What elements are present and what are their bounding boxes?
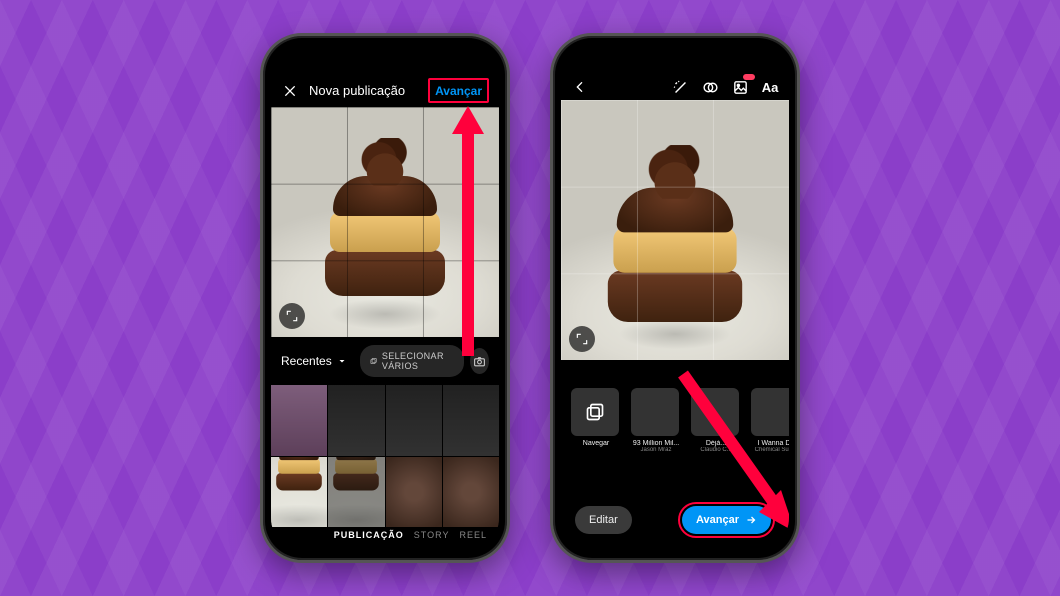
music-artist: Chemical Surf...	[751, 447, 789, 453]
source-dropdown[interactable]: Recentes	[281, 354, 348, 368]
text-icon[interactable]: Aa	[761, 78, 779, 96]
expand-button[interactable]	[279, 303, 305, 329]
chevron-down-icon	[336, 355, 348, 367]
tab-post[interactable]: PUBLICAÇÃO	[334, 530, 404, 540]
tab-story[interactable]: STORY	[414, 530, 450, 540]
overlap-icon[interactable]	[701, 78, 719, 96]
next-button[interactable]: Avançar	[682, 506, 771, 534]
music-title: 93 Million Mil...	[631, 440, 681, 447]
source-picker-bar: Recentes SELECIONAR VÁRIOS	[271, 337, 499, 385]
gallery-icon[interactable]	[731, 78, 749, 96]
phone-right: Aa Navegar 93 Million Mil...	[550, 33, 800, 563]
music-title: I Wanna Do	[751, 440, 789, 447]
header: Aa	[561, 74, 789, 100]
highlight-next: Avançar	[428, 78, 489, 103]
photo-preview[interactable]	[271, 107, 499, 337]
album-cover	[631, 388, 679, 436]
gallery-thumb[interactable]	[271, 385, 327, 456]
phone-left: Nova publicação Avançar Recentes SEL	[260, 33, 510, 563]
camera-icon	[473, 355, 486, 368]
browse-icon	[571, 388, 619, 436]
next-link[interactable]: Avançar	[435, 84, 482, 98]
notch	[635, 48, 715, 70]
effects-icon[interactable]	[671, 78, 689, 96]
photo-gallery	[271, 385, 499, 527]
gallery-thumb[interactable]	[386, 385, 442, 456]
gallery-thumb[interactable]	[328, 385, 384, 456]
gallery-thumb[interactable]	[443, 385, 499, 456]
music-suggestions: Navegar 93 Million Mil... Jason Mraz Déj…	[561, 378, 789, 459]
post-type-tabs: PUBLICAÇÃO STORY REEL	[334, 530, 487, 540]
next-button-label: Avançar	[696, 514, 739, 526]
music-artist: Claudio C...	[691, 447, 741, 453]
music-browse[interactable]: Navegar	[571, 388, 621, 453]
expand-button[interactable]	[569, 326, 595, 352]
music-title: Déjà...	[691, 440, 741, 447]
album-cover	[751, 388, 789, 436]
music-artist: Jason Mraz	[631, 447, 681, 453]
notch	[345, 48, 425, 70]
close-icon[interactable]	[281, 82, 299, 100]
gallery-thumb[interactable]	[386, 457, 442, 528]
highlight-next: Avançar	[678, 502, 775, 538]
camera-button[interactable]	[470, 348, 489, 374]
screen-new-post: Nova publicação Avançar Recentes SEL	[271, 44, 499, 552]
gallery-thumb[interactable]	[328, 457, 384, 528]
arrow-right-icon	[745, 514, 757, 526]
crop-grid	[561, 100, 789, 360]
select-multiple-button[interactable]: SELECIONAR VÁRIOS	[360, 345, 464, 377]
album-cover	[691, 388, 739, 436]
select-multiple-label: SELECIONAR VÁRIOS	[382, 351, 454, 371]
crop-grid	[271, 107, 499, 337]
screen-edit-post: Aa Navegar 93 Million Mil...	[561, 44, 789, 552]
page-title: Nova publicação	[309, 83, 405, 98]
edit-button[interactable]: Editar	[575, 506, 632, 534]
tab-reel[interactable]: REEL	[459, 530, 487, 540]
source-label: Recentes	[281, 354, 332, 368]
gallery-thumb[interactable]	[443, 457, 499, 528]
stack-icon	[370, 356, 377, 366]
bottom-action-bar: Editar Avançar	[561, 502, 789, 538]
header: Nova publicação Avançar	[271, 74, 499, 107]
music-title: Navegar	[571, 440, 621, 447]
music-item[interactable]: 93 Million Mil... Jason Mraz	[631, 388, 681, 453]
gallery-thumb-selected[interactable]	[271, 457, 327, 528]
music-item[interactable]: Déjà... Claudio C...	[691, 388, 741, 453]
photo-preview[interactable]	[561, 100, 789, 360]
music-item[interactable]: I Wanna Do Chemical Surf...	[751, 388, 789, 453]
back-icon[interactable]	[571, 78, 589, 96]
